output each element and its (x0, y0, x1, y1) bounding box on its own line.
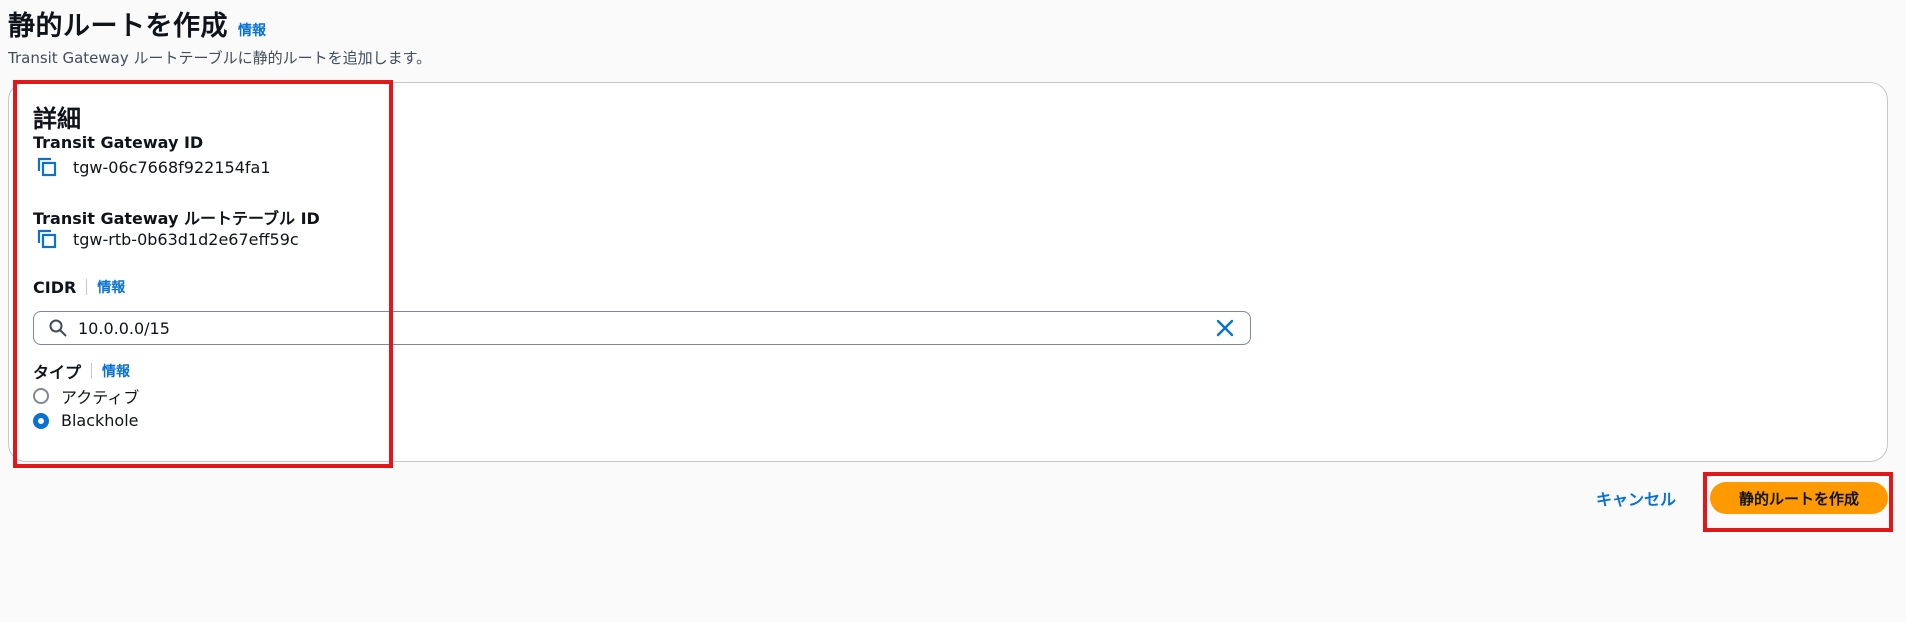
cidr-label: CIDR (33, 277, 77, 297)
cidr-label-row: CIDR 情報 (33, 277, 125, 297)
label-separator (91, 363, 93, 379)
radio-button[interactable] (33, 388, 49, 404)
copy-icon[interactable] (35, 155, 59, 179)
tgw-id-value: tgw-06c7668f922154fa1 (73, 157, 271, 177)
type-label-row: タイプ 情報 (33, 359, 130, 383)
rtb-id-value: tgw-rtb-0b63d1d2e67eff59c (73, 229, 299, 249)
copy-icon[interactable] (35, 227, 59, 251)
type-label: タイプ (33, 363, 82, 382)
radio-option-active[interactable]: アクティブ (33, 384, 139, 408)
tgw-id-row: tgw-06c7668f922154fa1 (35, 155, 271, 179)
radio-label: アクティブ (61, 388, 140, 407)
details-container: 詳細 Transit Gateway ID tgw-06c7668f922154… (8, 82, 1888, 462)
title-row: 静的ルートを作成 情報 (8, 4, 431, 43)
tgw-id-label: Transit Gateway ID (33, 133, 204, 152)
page-description: Transit Gateway ルートテーブルに静的ルートを追加します。 (8, 49, 432, 67)
cidr-info-link[interactable]: 情報 (97, 277, 125, 297)
cancel-button[interactable]: キャンセル (1596, 486, 1676, 510)
create-static-route-button[interactable]: 静的ルートを作成 (1710, 482, 1888, 514)
section-title: 詳細 (33, 105, 81, 133)
cidr-input[interactable] (76, 317, 1214, 339)
search-icon (49, 319, 67, 337)
radio-option-blackhole[interactable]: Blackhole (33, 411, 139, 430)
rtb-id-label: Transit Gateway ルートテーブル ID (33, 209, 320, 228)
radio-label: Blackhole (61, 411, 139, 430)
clear-icon[interactable] (1214, 317, 1236, 339)
header-info-link[interactable]: 情報 (238, 20, 266, 40)
cidr-search-field[interactable] (33, 311, 1251, 345)
label-separator (86, 279, 88, 295)
radio-button-checked[interactable] (33, 412, 49, 429)
type-info-link[interactable]: 情報 (102, 361, 130, 381)
page-title: 静的ルートを作成 (8, 11, 228, 42)
rtb-id-row: tgw-rtb-0b63d1d2e67eff59c (35, 227, 299, 251)
page-header: 静的ルートを作成 情報 Transit Gateway ルートテーブルに静的ルー… (8, 4, 431, 68)
create-static-route-page: 静的ルートを作成 情報 Transit Gateway ルートテーブルに静的ルー… (0, 0, 1906, 622)
